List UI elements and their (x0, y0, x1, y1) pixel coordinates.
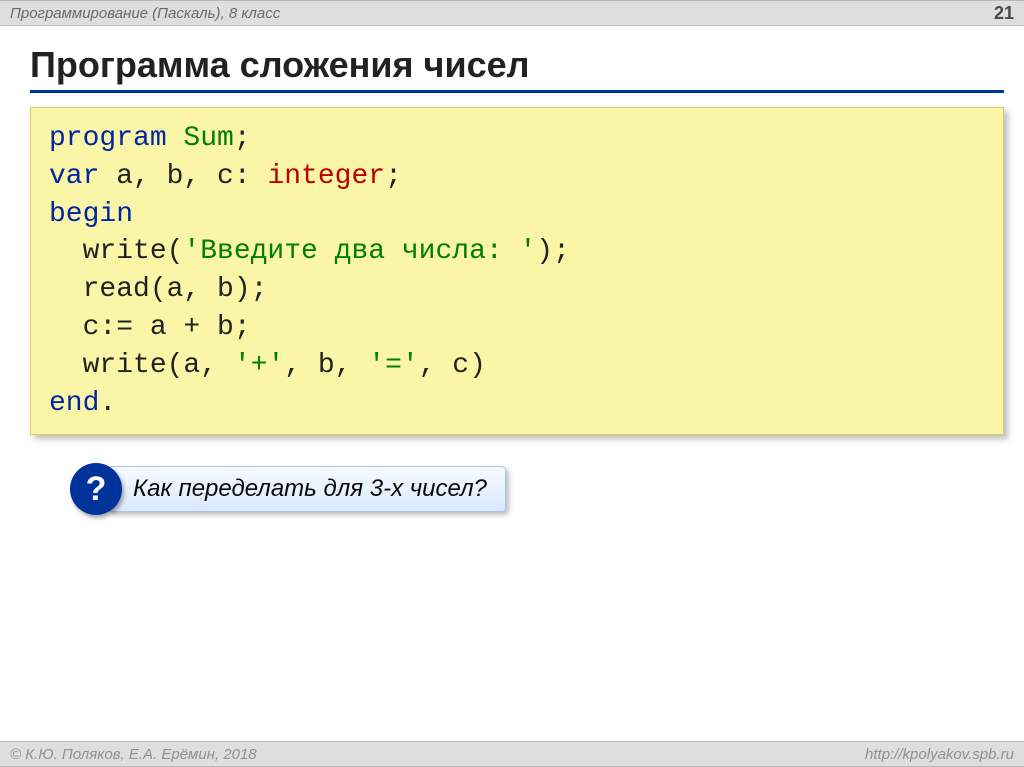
code-text: c:= a + b; (49, 312, 251, 343)
code-text: a, b, c: (99, 161, 267, 192)
question-mark-icon: ? (70, 463, 122, 515)
page-number: 21 (994, 3, 1014, 24)
code-kw-begin: begin (49, 199, 133, 230)
slide-title: Программа сложения чисел (30, 44, 1024, 86)
code-kw-end: end (49, 388, 99, 419)
code-text: . (99, 388, 116, 419)
code-string: 'Введите два числа: ' (183, 236, 536, 267)
copyright-label: © К.Ю. Поляков, Е.А. Ерёмин, 2018 (10, 746, 257, 763)
question-callout: ? Как переделать для 3-х чисел? (70, 463, 1024, 515)
footer-bar: © К.Ю. Поляков, Е.А. Ерёмин, 2018 http:/… (0, 741, 1024, 767)
code-text: write(a, (49, 350, 234, 381)
code-type-integer: integer (267, 161, 385, 192)
footer-url: http://kpolyakov.spb.ru (865, 746, 1014, 763)
code-text: ); (536, 236, 570, 267)
code-text: , b, (284, 350, 368, 381)
code-ident-sum: Sum (167, 123, 234, 154)
code-kw-program: program (49, 123, 167, 154)
code-text: ; (385, 161, 402, 192)
code-text: read(a, b); (49, 274, 267, 305)
course-label: Программирование (Паскаль), 8 класс (10, 5, 280, 22)
title-underline (30, 90, 1004, 93)
code-text: write( (49, 236, 183, 267)
question-text: Как переделать для 3-х чисел? (108, 466, 506, 512)
header-bar: Программирование (Паскаль), 8 класс 21 (0, 0, 1024, 26)
code-string: '+' (234, 350, 284, 381)
code-text: , c) (419, 350, 486, 381)
code-text: ; (234, 123, 251, 154)
code-box: program Sum; var a, b, c: integer; begin… (30, 107, 1004, 435)
code-kw-var: var (49, 161, 99, 192)
code-string: '=' (368, 350, 418, 381)
